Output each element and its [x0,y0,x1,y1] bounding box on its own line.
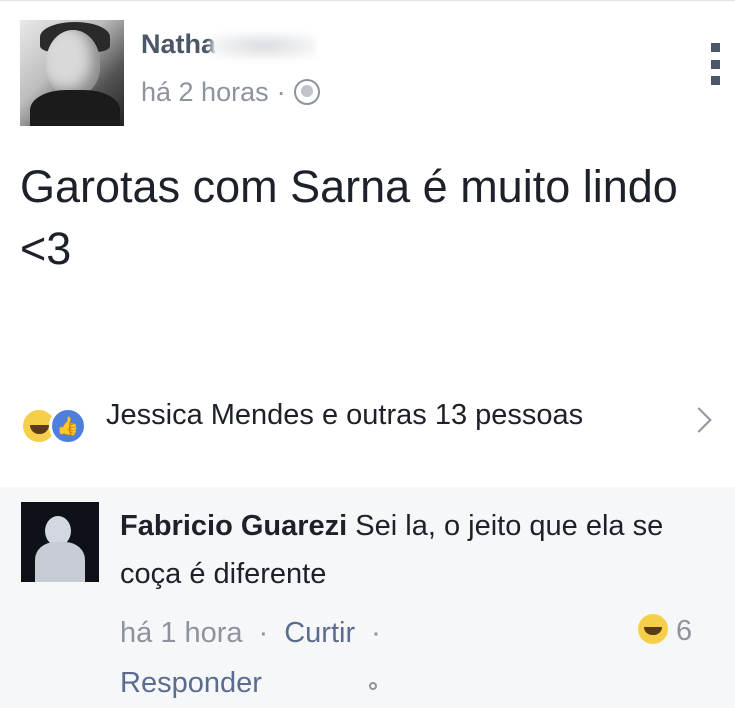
comment-body: Fabricio Guarezi Sei la, o jeito que ela… [120,502,720,598]
post-card: Natha há 2 horas · Garotas com Sarna é mu… [0,0,735,487]
name-blur-overlay [212,32,317,59]
like-comment-button[interactable]: Curtir [284,617,355,649]
avatar-body [35,542,85,582]
commenter-avatar[interactable] [21,502,99,582]
like-reaction-icon: 👍 [49,407,87,445]
comment-actions: há 1 hora · Curtir · Responder [120,608,560,708]
haha-reaction-icon [638,614,668,644]
author-avatar[interactable] [20,20,124,126]
comment-author[interactable]: Fabricio Guarezi [120,510,347,542]
action-separator: · [258,617,269,649]
circle-icon [369,682,377,690]
post-timestamp[interactable]: há 2 horas [141,77,269,107]
menu-dot [710,76,720,85]
comment-timestamp[interactable]: há 1 hora [120,617,243,649]
reaction-count-value: 6 [676,615,693,647]
action-separator: · [371,617,381,649]
post-meta: há 2 horas · [141,77,320,108]
post-author-name[interactable]: Natha [141,29,216,59]
more-vertical-icon[interactable] [708,43,722,85]
menu-dot [710,43,720,52]
avatar-body [30,90,120,126]
post-text: Garotas com Sarna é muito lindo <3 [20,161,678,274]
post-author[interactable]: Natha [141,29,317,60]
menu-dot [710,59,720,69]
reactions-summary[interactable]: Jessica Mendes e outras 13 pessoas [106,394,626,436]
reaction-icons[interactable]: 👍 [20,407,110,453]
avatar-face [46,30,100,96]
comment-reaction-count[interactable]: 6 [638,614,692,648]
globe-icon [293,79,320,105]
reply-button[interactable]: Responder [120,658,560,708]
meta-separator: · [276,77,286,107]
chevron-right-icon[interactable] [686,407,712,433]
